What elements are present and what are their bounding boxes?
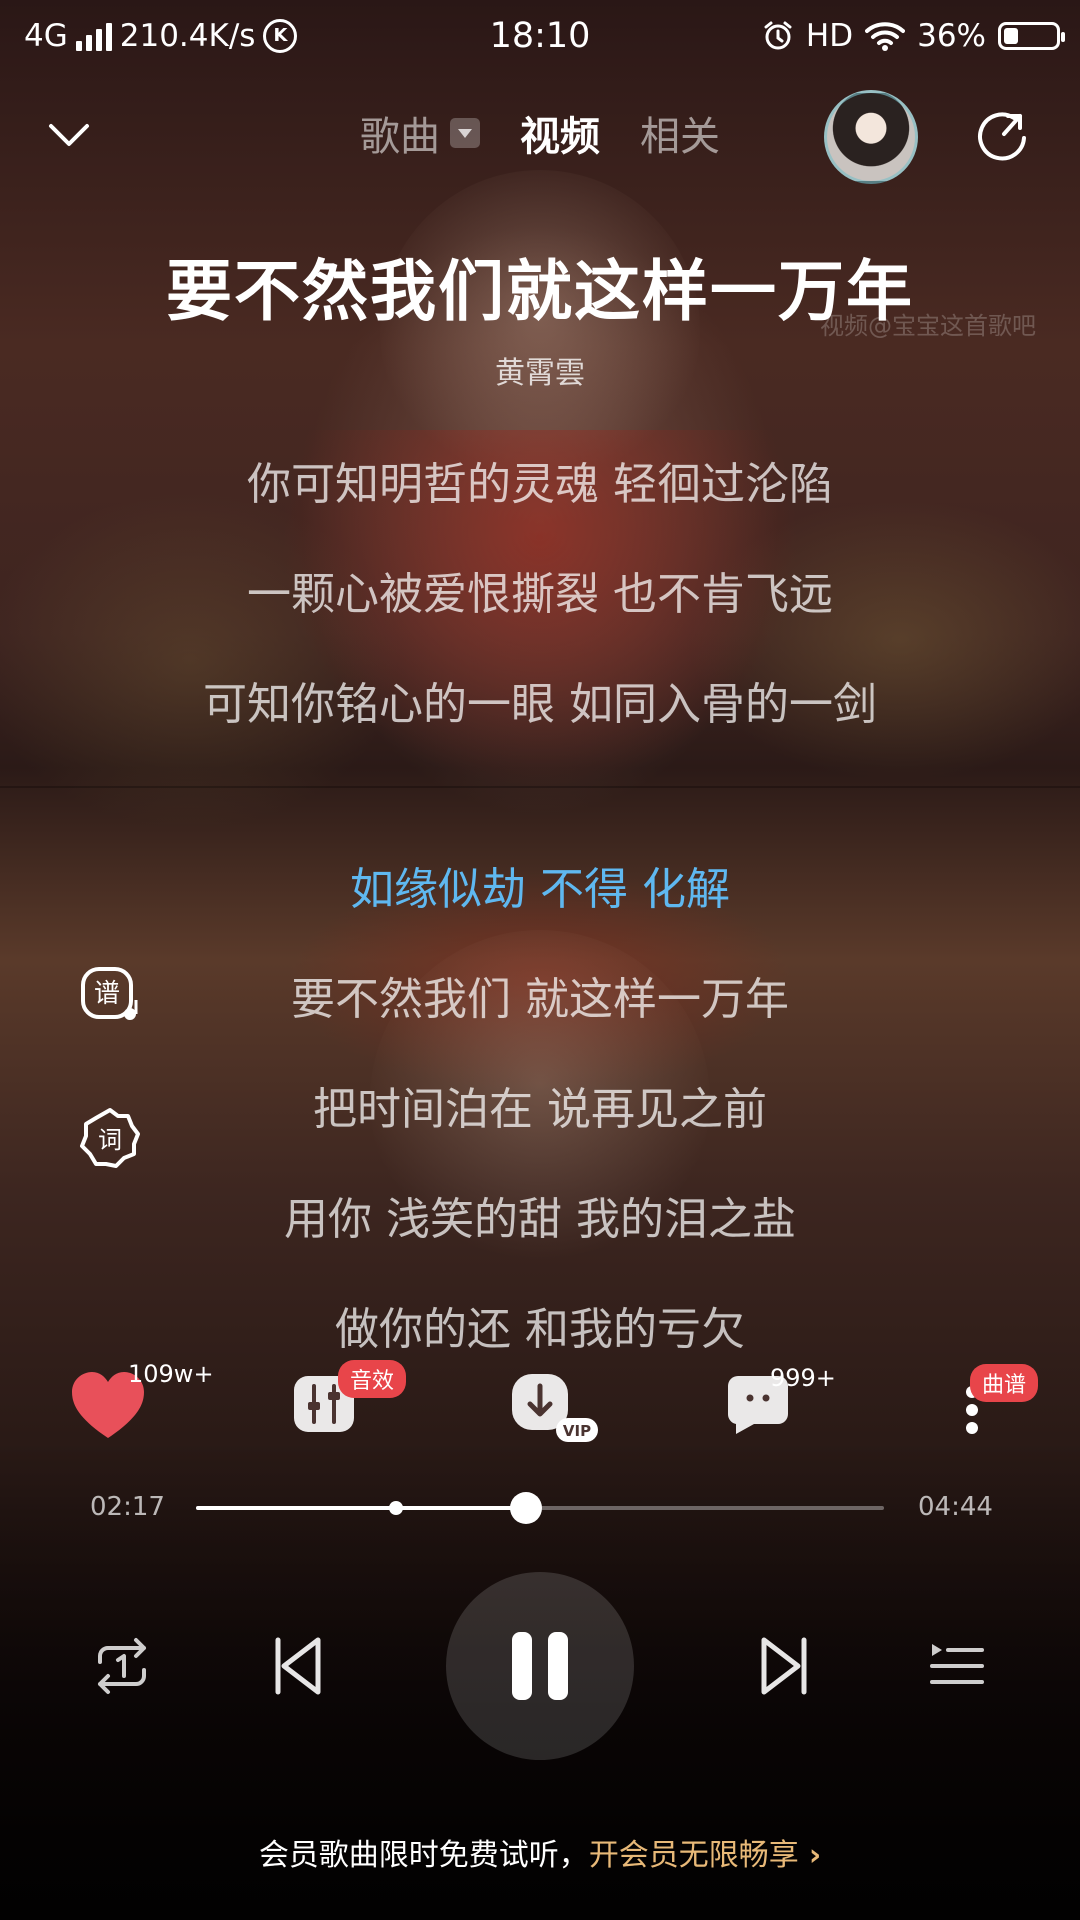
vip-promo-banner[interactable]: 会员歌曲限时免费试听，开会员无限畅享 › bbox=[0, 1830, 1080, 1874]
like-count: 109w+ bbox=[128, 1360, 214, 1388]
progress-played bbox=[196, 1506, 527, 1510]
tab-video[interactable]: 视频 bbox=[520, 104, 600, 162]
player-header: 歌曲 视频 相关 bbox=[0, 90, 1080, 184]
promo-text: 会员歌曲限时免费试听， bbox=[258, 1838, 589, 1873]
total-time: 04:44 bbox=[918, 1492, 993, 1522]
tab-related-label: 相关 bbox=[640, 114, 720, 160]
download-button[interactable]: VIP bbox=[508, 1372, 598, 1462]
score-icon: 谱 bbox=[81, 967, 138, 1020]
chevron-right-icon: › bbox=[808, 1838, 822, 1873]
tab-song-label: 歌曲 bbox=[360, 114, 440, 160]
score-glyph: 谱 bbox=[94, 979, 120, 1009]
lyric-line: 用你 浅笑的甜 我的泪之盐 bbox=[284, 1194, 796, 1245]
dropdown-icon[interactable] bbox=[450, 118, 480, 148]
vip-label: VIP bbox=[563, 1422, 591, 1440]
player-tabs: 歌曲 视频 相关 bbox=[0, 104, 1080, 162]
lyric-line: 一颗心被爱恨撕裂 也不肯飞远 bbox=[247, 569, 833, 620]
lyric-line: 把时间泊在 说再见之前 bbox=[313, 1084, 767, 1135]
progress-bar[interactable] bbox=[196, 1492, 884, 1524]
progress-thumb[interactable] bbox=[510, 1492, 543, 1524]
lyric-line: 要不然我们 就这样一万年 bbox=[291, 974, 789, 1025]
download-icon: VIP bbox=[512, 1374, 598, 1442]
lyric-line-current: 如缘似劫 不得 化解 bbox=[350, 864, 730, 915]
previous-track-icon[interactable] bbox=[260, 1630, 332, 1702]
playlist-icon[interactable] bbox=[920, 1630, 992, 1702]
lyric-line: 可知你铭心的一眼 如同入骨的一剑 bbox=[203, 679, 877, 730]
comment-count: 999+ bbox=[770, 1364, 836, 1392]
promo-link[interactable]: 开会员无限畅享 bbox=[589, 1838, 799, 1873]
hd-indicator: HD bbox=[805, 18, 854, 54]
elapsed-time: 02:17 bbox=[90, 1492, 165, 1522]
tab-song[interactable]: 歌曲 bbox=[360, 104, 480, 162]
next-track-icon[interactable] bbox=[750, 1630, 822, 1702]
lyric-line: 做你的还 和我的亏欠 bbox=[335, 1304, 745, 1355]
video-watermark: 视频@宝宝这首歌吧 bbox=[820, 312, 1036, 340]
battery-percent: 36% bbox=[917, 18, 986, 54]
lyric-mode-button[interactable]: 词 bbox=[78, 1106, 142, 1170]
share-icon[interactable] bbox=[974, 108, 1032, 166]
score-button[interactable]: 谱 bbox=[78, 964, 142, 1028]
pause-icon-bar bbox=[548, 1632, 568, 1700]
wifi-icon bbox=[865, 22, 906, 51]
lyric-glyph: 词 bbox=[98, 1126, 122, 1154]
battery-icon bbox=[998, 22, 1065, 50]
repeat-one-icon[interactable] bbox=[86, 1630, 158, 1702]
pause-icon bbox=[512, 1632, 532, 1700]
sound-effect-badge: 音效 bbox=[338, 1360, 407, 1398]
action-row: 109w+ 音效 VIP 999+ 曲谱 bbox=[0, 1360, 1080, 1480]
lyric-line: 你可知明哲的灵魂 轻徊过沦陷 bbox=[247, 459, 833, 510]
tab-video-label: 视频 bbox=[520, 114, 600, 160]
artist-name[interactable]: 黄霄雲 bbox=[0, 348, 1080, 392]
artist-avatar[interactable] bbox=[824, 90, 918, 184]
alarm-icon bbox=[764, 21, 792, 50]
progress-marker bbox=[388, 1501, 403, 1515]
pause-button[interactable] bbox=[446, 1572, 634, 1760]
tab-related[interactable]: 相关 bbox=[640, 104, 720, 162]
lyric-mode-icon: 词 bbox=[80, 1108, 140, 1168]
sheet-music-badge[interactable]: 曲谱 bbox=[970, 1364, 1039, 1402]
status-bar: 4G 210.4K/s K 18:10 HD 36% bbox=[0, 0, 1080, 76]
